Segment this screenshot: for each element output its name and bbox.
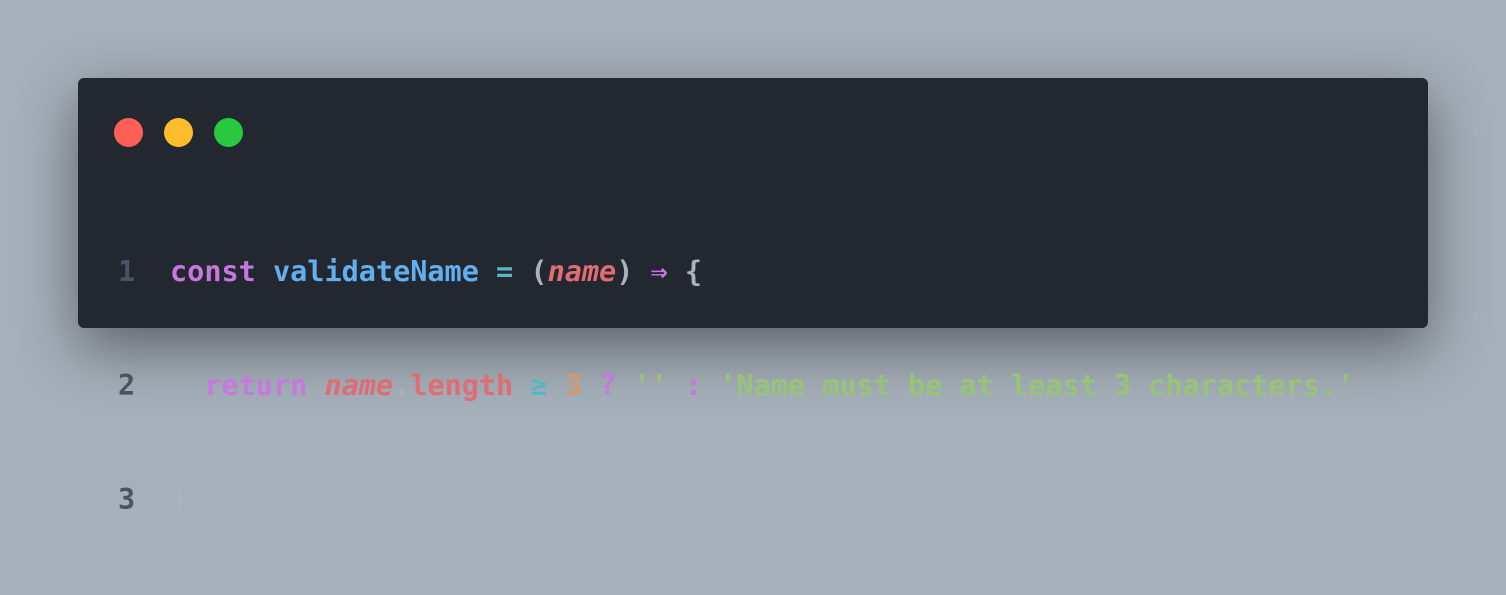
line-number: 1	[118, 255, 136, 288]
variable: name	[324, 369, 394, 402]
code-line: 2 return name.length ≥ 3 ? '' : 'Name mu…	[78, 367, 1354, 405]
code-window: 1 const validateName = (name) ⇒ { 2 retur…	[78, 78, 1428, 516]
arrow: ⇒	[650, 255, 668, 288]
paren: (	[530, 255, 548, 288]
close-button[interactable]	[114, 118, 143, 147]
function-name: validateName	[272, 255, 479, 288]
code-line: 1 const validateName = (name) ⇒ {	[78, 253, 1354, 291]
parameter: name	[547, 255, 617, 288]
string: ''	[633, 369, 668, 402]
minimize-button[interactable]	[164, 118, 193, 147]
operator: =	[496, 255, 514, 288]
paren: )	[616, 255, 634, 288]
maximize-button[interactable]	[214, 118, 243, 147]
property: length	[410, 369, 514, 402]
string: 'Name must be at least 3 characters.'	[719, 369, 1355, 402]
keyword: return	[204, 369, 308, 402]
number: 3	[564, 369, 582, 402]
ternary-colon: :	[684, 369, 703, 402]
code-line: 3}	[78, 481, 1354, 519]
ternary-q: ?	[599, 369, 617, 402]
keyword: const	[170, 255, 256, 288]
line-number: 3	[118, 483, 136, 516]
brace: {	[684, 255, 703, 288]
brace: }	[170, 483, 188, 516]
line-number: 2	[118, 369, 136, 402]
code-block: 1 const validateName = (name) ⇒ { 2 retur…	[78, 177, 1354, 595]
operator: ≥	[530, 369, 548, 402]
dot: .	[393, 369, 411, 402]
